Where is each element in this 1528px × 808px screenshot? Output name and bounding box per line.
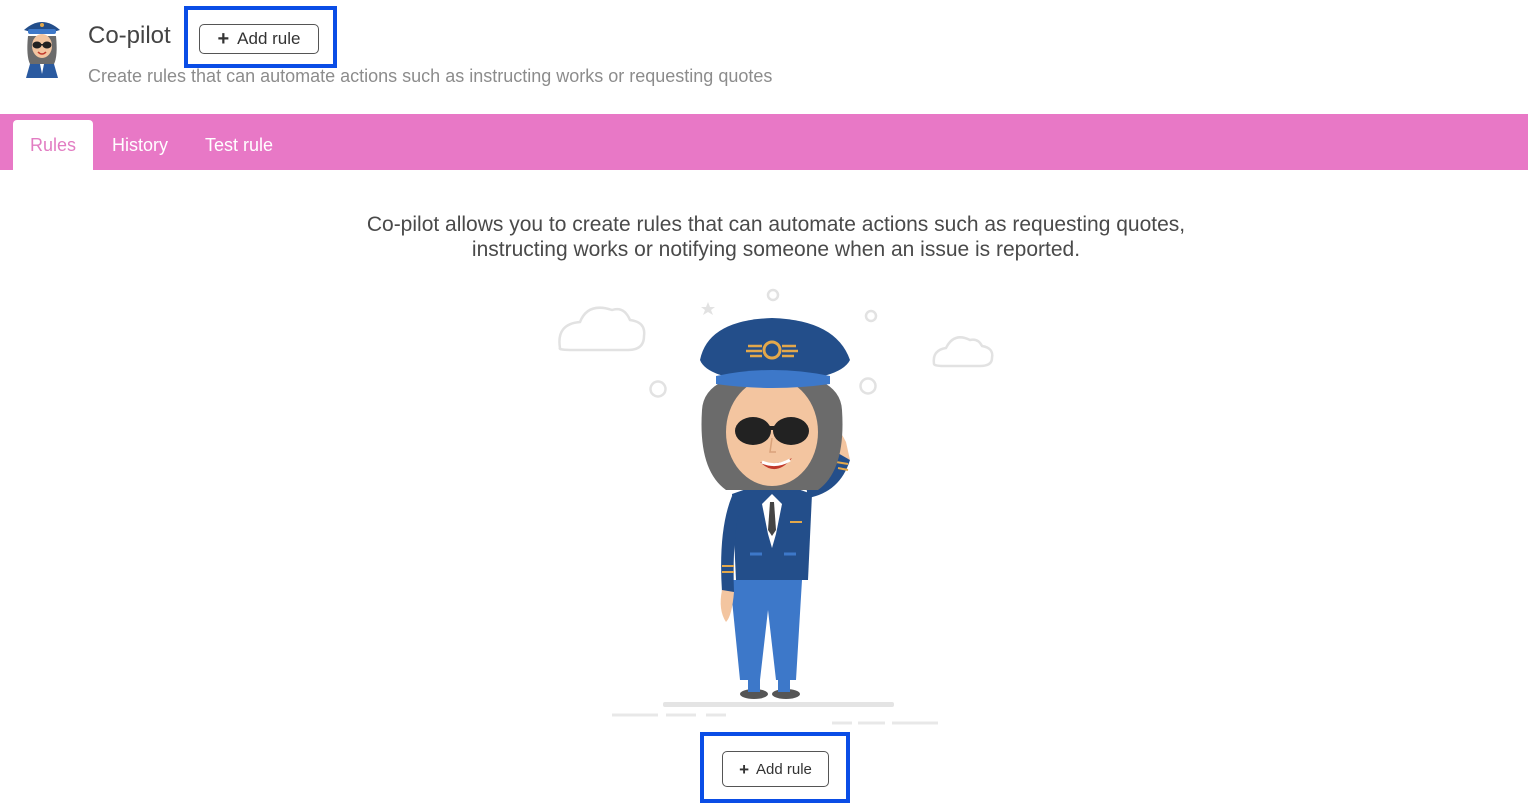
intro-line-2: instructing works or notifying someone w… (471, 238, 1081, 261)
plus-icon: + (739, 759, 750, 779)
pilot-avatar-icon (24, 22, 60, 78)
page-title: Co-pilot (88, 22, 171, 49)
add-rule-button-bottom[interactable]: + Add rule (722, 751, 829, 787)
add-rule-label: Add rule (756, 760, 812, 778)
copilot-page: Co-pilot + Add rule Create rules that ca… (0, 0, 1528, 808)
intro-text: Co-pilot allows you to create rules that… (264, 212, 1288, 262)
tab-test-rule[interactable]: Test rule (192, 120, 286, 170)
tab-rules[interactable]: Rules (13, 120, 93, 170)
pilot-saluting-illustration (558, 288, 994, 725)
add-rule-button-top[interactable]: + Add rule (199, 24, 319, 54)
page-header: Co-pilot + Add rule Create rules that ca… (0, 0, 1528, 114)
plus-icon: + (217, 28, 230, 50)
star-icon (701, 302, 715, 315)
tab-history[interactable]: History (100, 120, 180, 170)
tab-bar: Rules History Test rule (0, 114, 1528, 170)
intro-line-1: Co-pilot allows you to create rules that… (366, 213, 1186, 236)
page-subtitle: Create rules that can automate actions s… (88, 66, 773, 86)
add-rule-label: Add rule (237, 29, 301, 48)
